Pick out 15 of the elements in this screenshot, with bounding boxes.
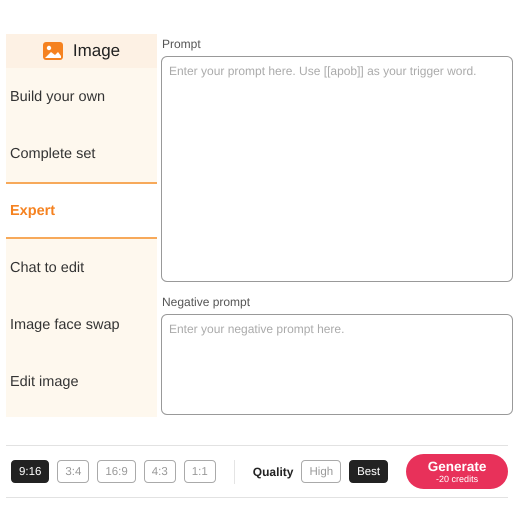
sidebar-item[interactable]: Edit image <box>6 353 157 410</box>
sidebar-item[interactable]: Chat to edit <box>6 239 157 296</box>
sidebar-item[interactable]: Complete set <box>6 125 157 182</box>
sidebar-item[interactable]: Image face swap <box>6 296 157 353</box>
quality-label: Quality <box>252 464 294 478</box>
negative-prompt-field[interactable]: Enter your negative prompt here. <box>161 314 513 415</box>
prompt-label: Prompt <box>161 36 202 53</box>
sidebar-item[interactable]: Build your own <box>6 68 157 125</box>
image-icon <box>42 42 63 60</box>
quality-button[interactable]: Best <box>349 460 388 483</box>
prompt-field[interactable]: Enter your prompt here. Use [[apob]] as your trigger word. <box>161 56 513 282</box>
generate-button[interactable]: Generate -20 credits <box>406 454 508 489</box>
negative-prompt-label: Negative prompt <box>161 294 252 311</box>
sidebar-title: Image <box>72 41 120 61</box>
aspect-ratio-button[interactable]: 9:16 <box>11 460 50 483</box>
